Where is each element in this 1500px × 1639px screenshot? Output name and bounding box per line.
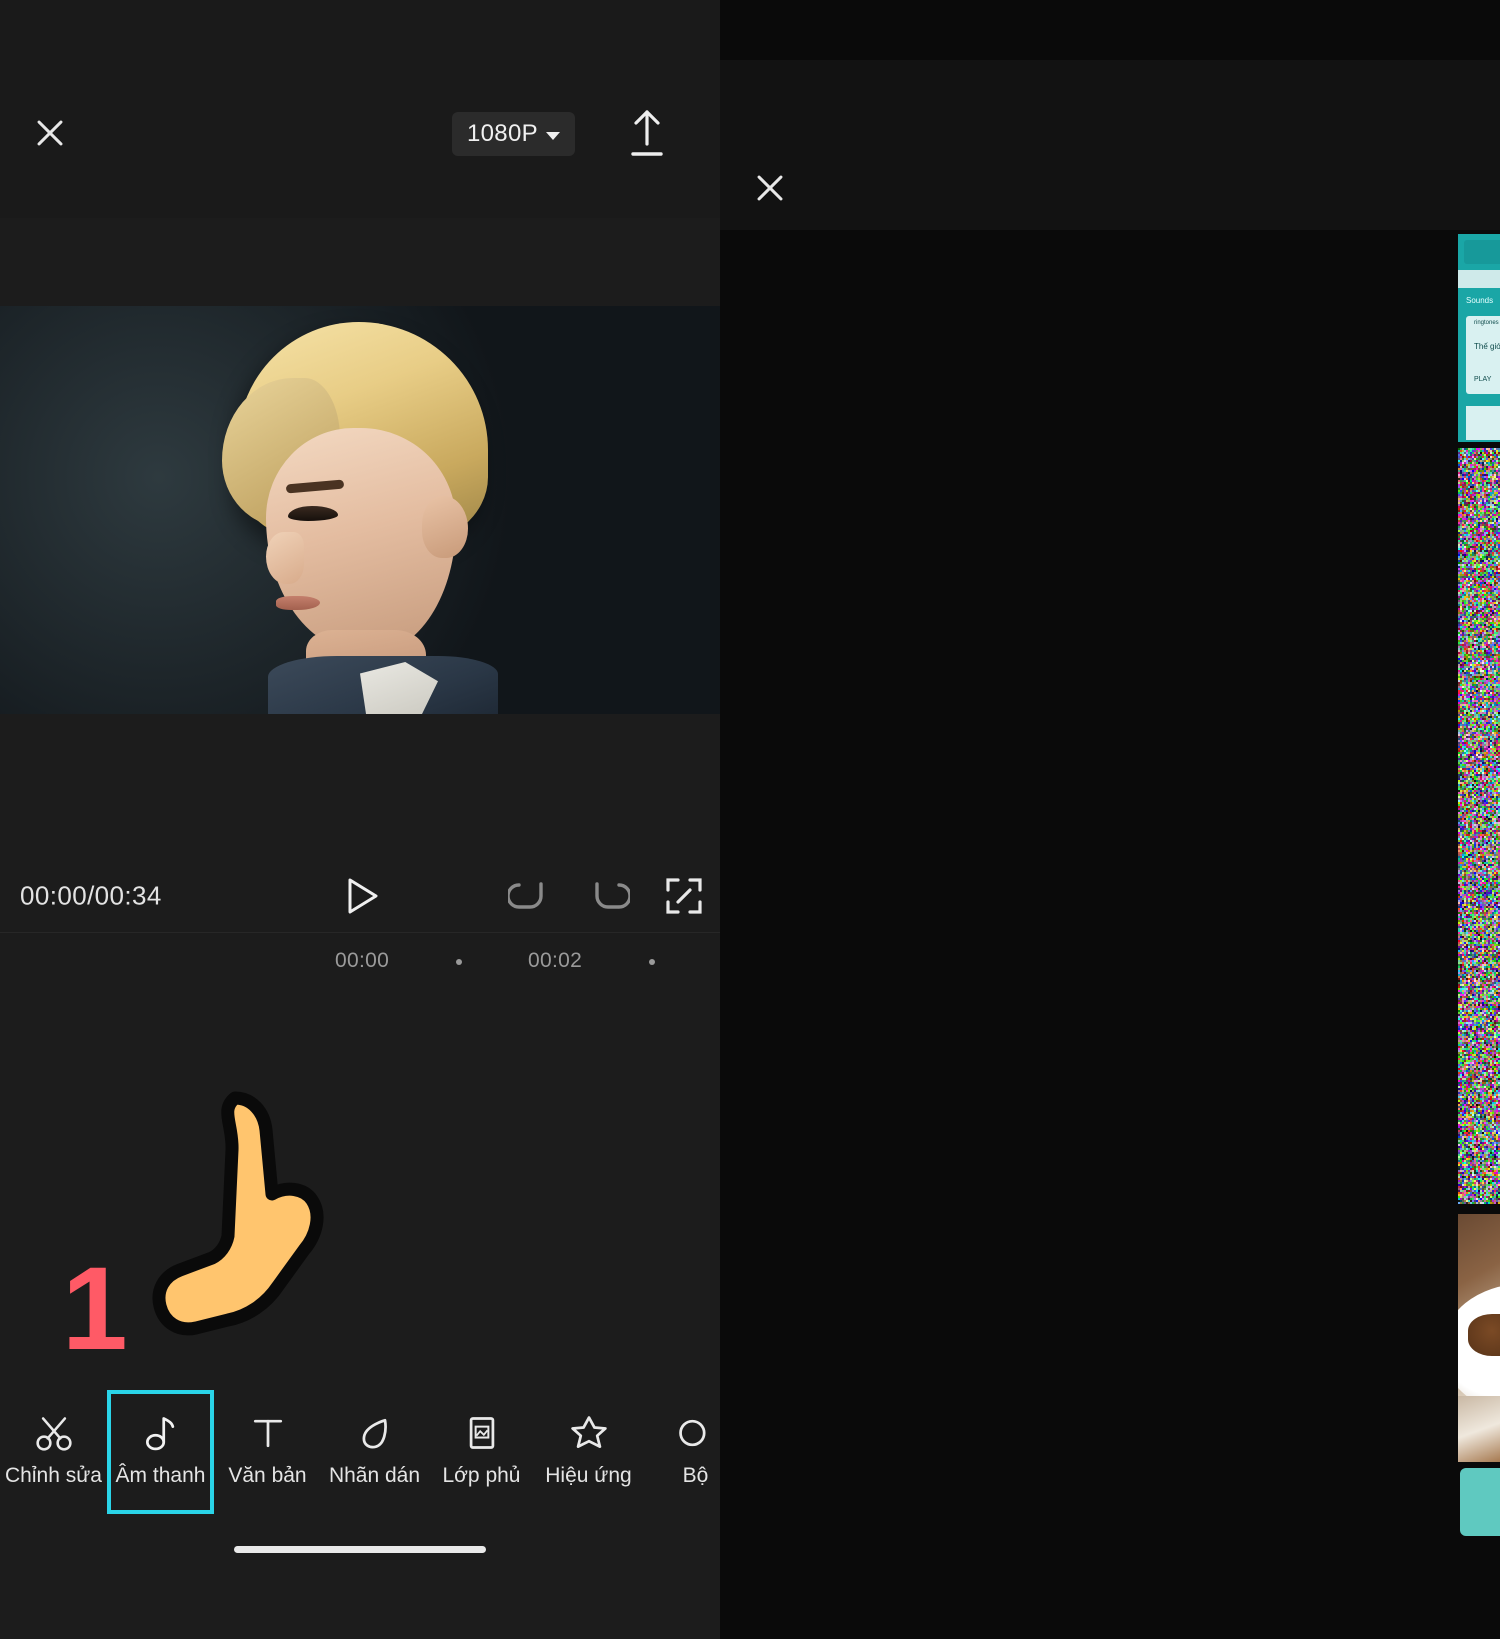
toolbar-item-van-ban[interactable]: Văn bản — [214, 1390, 321, 1520]
toolbar-label: Nhãn dán — [329, 1464, 420, 1488]
text-t-icon — [248, 1410, 288, 1456]
screenshot-root: 1080P — [0, 0, 1500, 1639]
preview-subject — [210, 306, 540, 714]
scissors-icon — [34, 1410, 74, 1456]
fullscreen-icon[interactable] — [664, 876, 704, 916]
editor-header — [0, 0, 720, 218]
sticker-icon — [355, 1410, 395, 1456]
toolbar-label: Lớp phủ — [442, 1464, 520, 1488]
playback-bar: 00:00/00:34 — [0, 860, 720, 932]
undo-icon[interactable] — [508, 878, 552, 914]
ruler-dot — [456, 959, 462, 965]
toolbar-item-lop-phu[interactable]: Lớp phủ — [428, 1390, 535, 1520]
timeline-tracks[interactable]: Tắt âm thanh clip — [0, 988, 720, 1298]
thumb-text: Thế giới di động xin chào — [1474, 342, 1500, 351]
timeline-ruler[interactable]: 00:00 00:02 — [0, 932, 720, 988]
toolbar-label: Hiệu ứng — [545, 1464, 631, 1488]
media-item[interactable]: Submit Sounds ringtones Thế giới di động… — [1458, 234, 1500, 442]
play-icon[interactable] — [345, 876, 381, 916]
timecode-label: 00:00/00:34 — [20, 881, 162, 912]
thumb-text: ringtones — [1474, 320, 1499, 326]
video-preview[interactable] — [0, 306, 720, 714]
media-picker-panel: Video Submit Sounds ringtones Thế giới d… — [720, 0, 1500, 1639]
toolbar-label: Bộ — [683, 1464, 709, 1488]
editor-toolbar: Chỉnh sửa Âm thanh Văn — [0, 1390, 720, 1520]
toolbar-label: Chỉnh sửa — [5, 1464, 102, 1488]
ruler-tick: 00:00 — [335, 949, 389, 973]
thumb-text: PLAY — [1474, 376, 1491, 383]
preview-spacer — [0, 714, 720, 860]
close-icon[interactable] — [30, 113, 70, 153]
resolution-selector[interactable]: 1080P — [452, 112, 575, 156]
overlay-image-icon — [462, 1410, 502, 1456]
resolution-label: 1080P — [467, 120, 538, 148]
media-loading-noise — [1458, 448, 1500, 1204]
toolbar-label: Văn bản — [228, 1464, 306, 1488]
thumb-text: Sounds — [1466, 296, 1493, 305]
music-note-icon — [141, 1410, 181, 1456]
toolbar-item-chinh-sua[interactable]: Chỉnh sửa — [0, 1390, 107, 1520]
thumbnail-art: Submit Sounds ringtones Thế giới di động… — [1458, 234, 1500, 442]
filter-icon — [676, 1410, 716, 1456]
toolbar-item-hieu-ung[interactable]: Hiệu ứng — [535, 1390, 642, 1520]
toolbar-item-am-thanh[interactable]: Âm thanh — [107, 1390, 214, 1514]
media-item[interactable] — [1458, 1396, 1500, 1462]
thumbnail-art — [1458, 1214, 1500, 1422]
toolbar-item-nhan-dan[interactable]: Nhãn dán — [321, 1390, 428, 1520]
import-audio-only-button[interactable]: Chỉ nhập âm thanh — [1460, 1468, 1500, 1536]
thumbnail-art — [1458, 1396, 1500, 1462]
media-picker-header — [720, 60, 1500, 230]
noise-canvas — [1458, 448, 1500, 1204]
chevron-down-icon — [546, 132, 560, 140]
close-icon[interactable] — [750, 168, 790, 208]
export-upload-icon[interactable] — [626, 108, 668, 160]
home-indicator — [234, 1546, 486, 1553]
effects-star-icon — [569, 1410, 609, 1456]
ruler-tick: 00:02 — [528, 949, 582, 973]
media-item[interactable]: 00:06 — [1458, 1214, 1500, 1422]
toolbar-label: Âm thanh — [116, 1464, 206, 1488]
redo-icon[interactable] — [586, 878, 630, 914]
ruler-dot — [649, 959, 655, 965]
video-editor-panel: 1080P — [0, 0, 720, 1639]
